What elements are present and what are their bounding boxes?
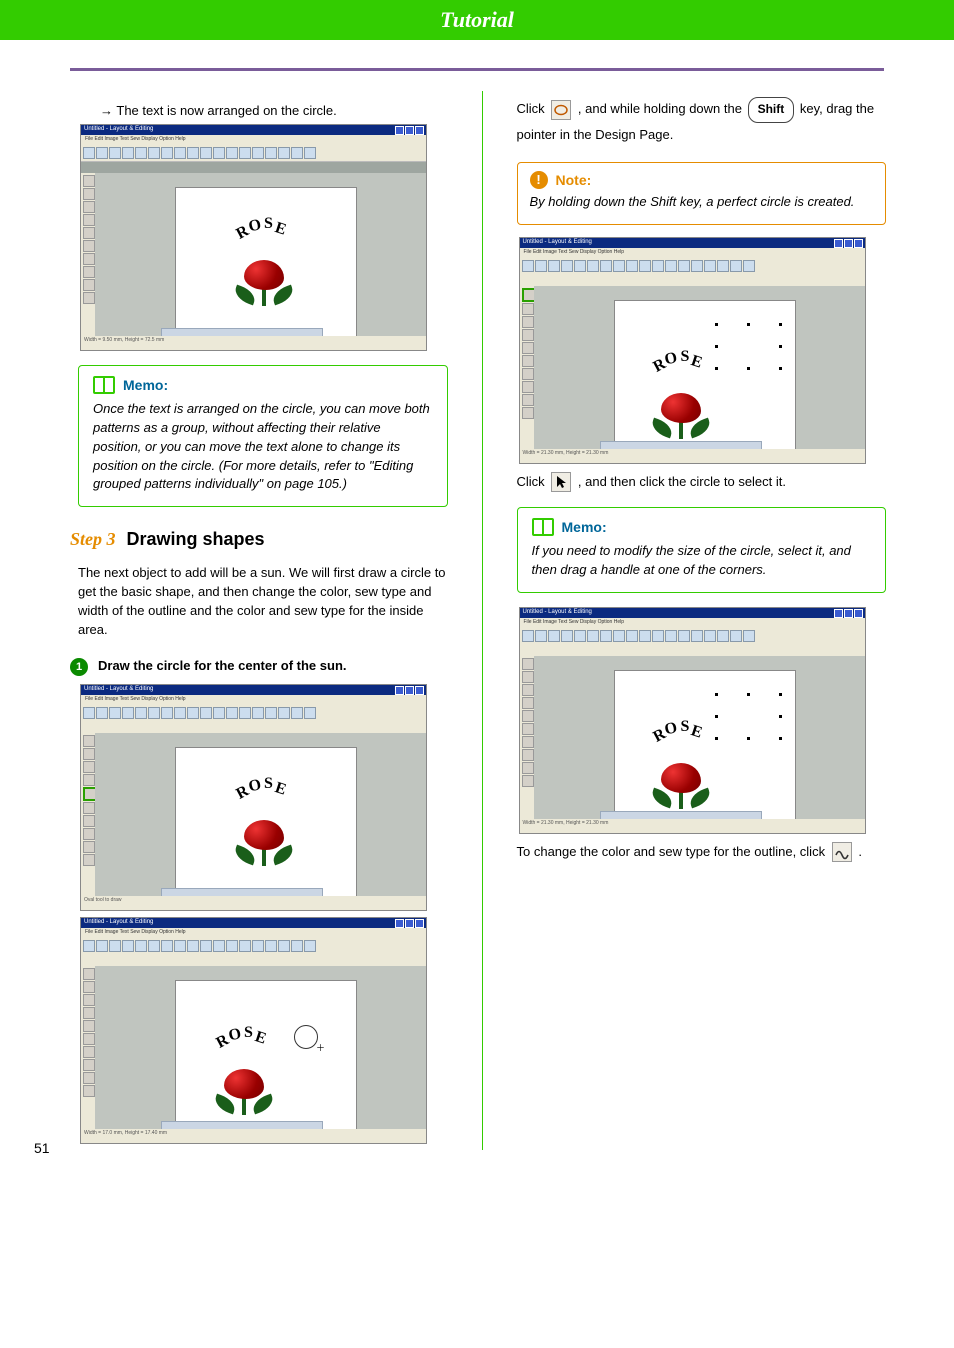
instruction-para-1: Click , and while holding down the Shift… [517,97,887,146]
step-heading: Step 3 Drawing shapes [70,529,456,550]
book-icon [532,518,554,536]
toolbar [520,258,865,275]
status-bar: Width = 9.50 mm, Height = 72.5 mm [81,336,426,350]
memo-callout: Memo: Once the text is arranged on the c… [78,365,448,507]
arc-text-rose: ROSE [651,721,707,739]
arc-text-rose: ROSE [234,218,290,236]
design-canvas: ROSE [614,670,796,832]
text-fragment: Click [517,474,549,489]
instruction-para-3: To change the color and sew type for the… [517,840,887,863]
window-buttons [395,919,424,928]
select-tool-icon [551,472,571,492]
app-screenshot-5: Untitled - Layout & Editing File Edit Im… [519,607,866,834]
result-text: → The text is now arranged on the circle… [100,103,456,118]
note-callout: ! Note: By holding down the Shift key, a… [517,162,887,225]
toolbar [520,628,865,645]
app-screenshot-4: Untitled - Layout & Editing File Edit Im… [519,237,866,464]
memo-label: Memo: [562,519,607,535]
step-number: Step 3 [70,529,116,549]
outline-sew-icon [832,842,852,862]
rose-embroidery [653,753,709,809]
design-canvas: ROSE [175,747,357,909]
selection-handles [715,693,783,743]
chapter-title: Tutorial [440,7,514,33]
window-buttons [834,609,863,618]
step-intro-paragraph: The next object to add will be a sun. We… [78,564,448,639]
note-label: Note: [556,172,592,188]
memo-label: Memo: [123,377,168,393]
text-fragment: , and while holding down the [578,101,746,116]
text-fragment: Click [517,101,549,116]
status-bar: Width = 21.30 mm, Height = 21.30 mm [520,819,865,833]
arc-text-rose: ROSE [651,351,707,369]
arc-text-rose: ROSE [214,1027,270,1045]
window-buttons [395,686,424,695]
memo-body: If you need to modify the size of the ci… [532,542,872,580]
text-fragment: , and then click the circle to select it… [578,474,786,489]
numbered-instruction-1: 1 Draw the circle for the center of the … [70,658,456,676]
drawn-circle [294,1025,318,1049]
toolbar [81,145,426,162]
text-fragment: To change the color and sew type for the… [517,844,829,859]
left-column: → The text is now arranged on the circle… [70,91,456,1150]
rose-embroidery [653,383,709,439]
selection-handles [715,323,783,373]
memo-callout: Memo: If you need to modify the size of … [517,507,887,593]
cursor-icon: ＋ [316,1041,325,1054]
design-canvas: ROSE ＋ [175,980,357,1142]
instruction-text: Draw the circle for the center of the su… [98,658,347,673]
toolbar [81,938,426,955]
note-body: By holding down the Shift key, a perfect… [530,193,874,212]
book-icon [93,376,115,394]
memo-body: Once the text is arranged on the circle,… [93,400,433,494]
chapter-title-bar: Tutorial [0,0,954,40]
rose-embroidery [216,1059,272,1115]
instruction-para-2: Click , and then click the circle to sel… [517,470,887,493]
window-buttons [834,239,863,248]
window-buttons [395,126,424,135]
toolbar [81,705,426,722]
design-canvas: ROSE [175,187,357,349]
column-divider [482,91,483,1150]
status-bar: Width = 21.30 mm, Height = 21.30 mm [520,449,865,463]
status-bar: Oval tool to draw [81,896,426,910]
rose-embroidery [236,250,292,306]
step-badge-1: 1 [70,658,88,676]
step-title: Drawing shapes [127,529,265,549]
alert-icon: ! [530,171,548,189]
app-screenshot-2: Untitled - Layout & Editing File Edit Im… [80,684,427,911]
page-number: 51 [34,1140,50,1156]
status-bar: Width = 17.0 mm, Height = 17.40 mm [81,1129,426,1143]
text-fragment: . [858,844,862,859]
app-screenshot-3: Untitled - Layout & Editing File Edit Im… [80,917,427,1144]
oval-tool-icon [551,100,571,120]
arc-text-rose: ROSE [234,778,290,796]
design-canvas: ROSE [614,300,796,462]
rose-embroidery [236,810,292,866]
right-column: Click , and while holding down the Shift… [509,91,895,1150]
app-screenshot-1: Untitled - Layout & Editing File Edit Im… [80,124,427,351]
shift-key: Shift [748,97,795,123]
